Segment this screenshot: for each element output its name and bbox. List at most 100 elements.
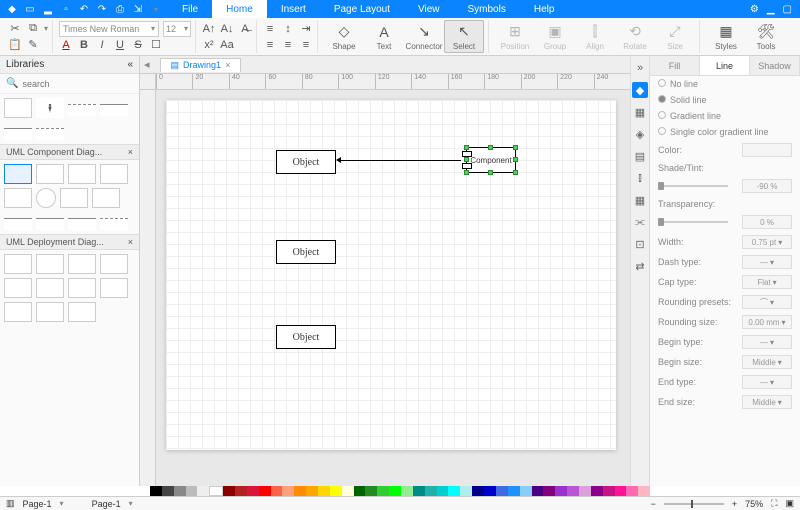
align-button[interactable]: ⫿Align <box>575 20 615 53</box>
tools-button[interactable]: 🛠Tools <box>746 20 786 53</box>
styles-button[interactable]: ▦Styles <box>706 20 746 53</box>
menu-file[interactable]: File <box>168 0 212 18</box>
format-icon[interactable]: ◆ <box>632 82 648 98</box>
qa-more-icon[interactable]: ▾ <box>150 3 162 15</box>
chart-icon[interactable]: ⫾ <box>632 170 648 186</box>
settings-icon[interactable]: ⚙ <box>750 4 759 15</box>
page-props-icon[interactable]: ▤ <box>632 148 648 164</box>
etype-value[interactable]: —▾ <box>742 375 792 389</box>
minimize-icon[interactable]: ▁ <box>767 4 775 15</box>
row-single-gradient[interactable]: Single color gradient line <box>650 124 800 140</box>
rpresets-value[interactable]: ⌒▾ <box>742 295 792 309</box>
lib-comp-8[interactable] <box>92 188 120 208</box>
menu-insert[interactable]: Insert <box>267 0 320 18</box>
lib-dep-6[interactable] <box>36 278 64 298</box>
connector-1[interactable] <box>338 160 461 161</box>
row-gradient[interactable]: Gradient line <box>650 108 800 124</box>
select-button[interactable]: ↖Select <box>444 20 484 53</box>
lib-dep-3[interactable] <box>68 254 96 274</box>
new-icon[interactable]: ▭ <box>24 3 36 15</box>
lib-dep-11[interactable] <box>68 302 96 322</box>
lib-comp-line3[interactable] <box>68 218 96 230</box>
lib-comp-3[interactable] <box>68 164 96 184</box>
indent-icon[interactable]: ⇥ <box>299 22 313 36</box>
doc-tab-drawing1[interactable]: ▤ Drawing1 × <box>160 58 242 72</box>
lib-line3[interactable] <box>4 128 32 140</box>
font-size-select[interactable]: 12▾ <box>163 21 191 37</box>
copy-icon[interactable]: ⧉ <box>26 22 40 36</box>
copy-more[interactable]: ▾ <box>44 24 48 33</box>
grow-font-icon[interactable]: A↑ <box>202 22 216 36</box>
maximize-icon[interactable]: ▢ <box>783 4 792 15</box>
highlight-icon[interactable]: ☐ <box>149 38 163 52</box>
page-more[interactable]: ▾ <box>129 499 133 508</box>
tab-line[interactable]: Line <box>700 56 750 75</box>
lib-dep-5[interactable] <box>4 278 32 298</box>
shape-button[interactable]: ◇Shape <box>324 20 364 53</box>
trans-value[interactable]: 0 % <box>742 215 792 229</box>
lib-line4[interactable] <box>36 128 64 140</box>
case-icon[interactable]: Aa <box>220 38 234 52</box>
bullets-icon[interactable]: ≡ <box>263 22 277 36</box>
text-button[interactable]: AText <box>364 20 404 53</box>
page-tab[interactable]: Page-1 <box>23 499 52 509</box>
paste-icon[interactable]: 📋 <box>8 38 22 52</box>
width-value[interactable]: 0.75 pt▾ <box>742 235 792 249</box>
zoom-out-icon[interactable]: − <box>651 499 656 509</box>
align-center-icon[interactable]: ≡ <box>281 38 295 52</box>
canvas-viewport[interactable]: Object Component Object Object <box>156 90 630 486</box>
lib-line2[interactable] <box>100 104 128 116</box>
cut-icon[interactable]: ✂ <box>8 22 22 36</box>
print-icon[interactable]: ⎙ <box>114 3 126 15</box>
lib-comp-1[interactable] <box>4 164 32 184</box>
more-icon[interactable]: ⇄ <box>632 258 648 274</box>
spacing-icon[interactable]: ↕ <box>281 22 295 36</box>
rotate-button[interactable]: ⟲Rotate <box>615 20 655 53</box>
doc-close-icon[interactable]: × <box>225 60 230 70</box>
undo-icon[interactable]: ↶ <box>78 3 90 15</box>
font-color-icon[interactable]: A <box>59 38 73 52</box>
page[interactable]: Object Component Object Object <box>166 100 616 450</box>
expand-right-icon[interactable]: » <box>632 60 648 76</box>
menu-page-layout[interactable]: Page Layout <box>320 0 404 18</box>
lib-comp-6[interactable] <box>36 188 56 208</box>
row-noline[interactable]: No line <box>650 76 800 92</box>
italic-icon[interactable]: I <box>95 38 109 52</box>
shade-value[interactable]: -90 % <box>742 179 792 193</box>
tab-fill[interactable]: Fill <box>650 56 700 75</box>
align-left-icon[interactable]: ≡ <box>263 38 277 52</box>
menu-symbols[interactable]: Symbols <box>454 0 520 18</box>
lib-comp-line1[interactable] <box>4 218 32 230</box>
lib-actor[interactable]: 🕴 <box>36 98 64 118</box>
image-icon[interactable]: ▦ <box>632 104 648 120</box>
lib-section-deployment[interactable]: UML Deployment Diag...× <box>0 234 139 250</box>
lib-section-component[interactable]: UML Component Diag...× <box>0 144 139 160</box>
clear-format-icon[interactable]: A̶ <box>238 22 252 36</box>
lib-dep-2[interactable] <box>36 254 64 274</box>
connector-button[interactable]: ↘Connector <box>404 20 444 53</box>
superscript-icon[interactable]: x² <box>202 38 216 52</box>
hyperlink-icon[interactable]: ⫘ <box>632 214 648 230</box>
lib-dep-9[interactable] <box>4 302 32 322</box>
font-family-select[interactable]: Times New Roman▾ <box>59 21 159 37</box>
btype-value[interactable]: —▾ <box>742 335 792 349</box>
layers-icon[interactable]: ◈ <box>632 126 648 142</box>
tab-shadow[interactable]: Shadow <box>750 56 800 75</box>
collapse-left-icon[interactable]: « <box>127 59 133 70</box>
lib-dep-8[interactable] <box>100 278 128 298</box>
lib-dep-10[interactable] <box>36 302 64 322</box>
position-button[interactable]: ⊞Position <box>495 20 535 53</box>
component-1[interactable]: Component <box>466 147 516 173</box>
lib-dep-7[interactable] <box>68 278 96 298</box>
color-palette[interactable] <box>150 486 650 496</box>
menu-help[interactable]: Help <box>520 0 569 18</box>
strike-icon[interactable]: S <box>131 38 145 52</box>
open-icon[interactable]: ▂ <box>42 3 54 15</box>
bold-icon[interactable]: B <box>77 38 91 52</box>
underline-icon[interactable]: U <box>113 38 127 52</box>
shrink-font-icon[interactable]: A↓ <box>220 22 234 36</box>
object-3[interactable]: Object <box>276 325 336 349</box>
lib-comp-line4[interactable] <box>100 218 128 230</box>
export-icon[interactable]: ⇲ <box>132 3 144 15</box>
size-button[interactable]: ⤢Size <box>655 20 695 53</box>
